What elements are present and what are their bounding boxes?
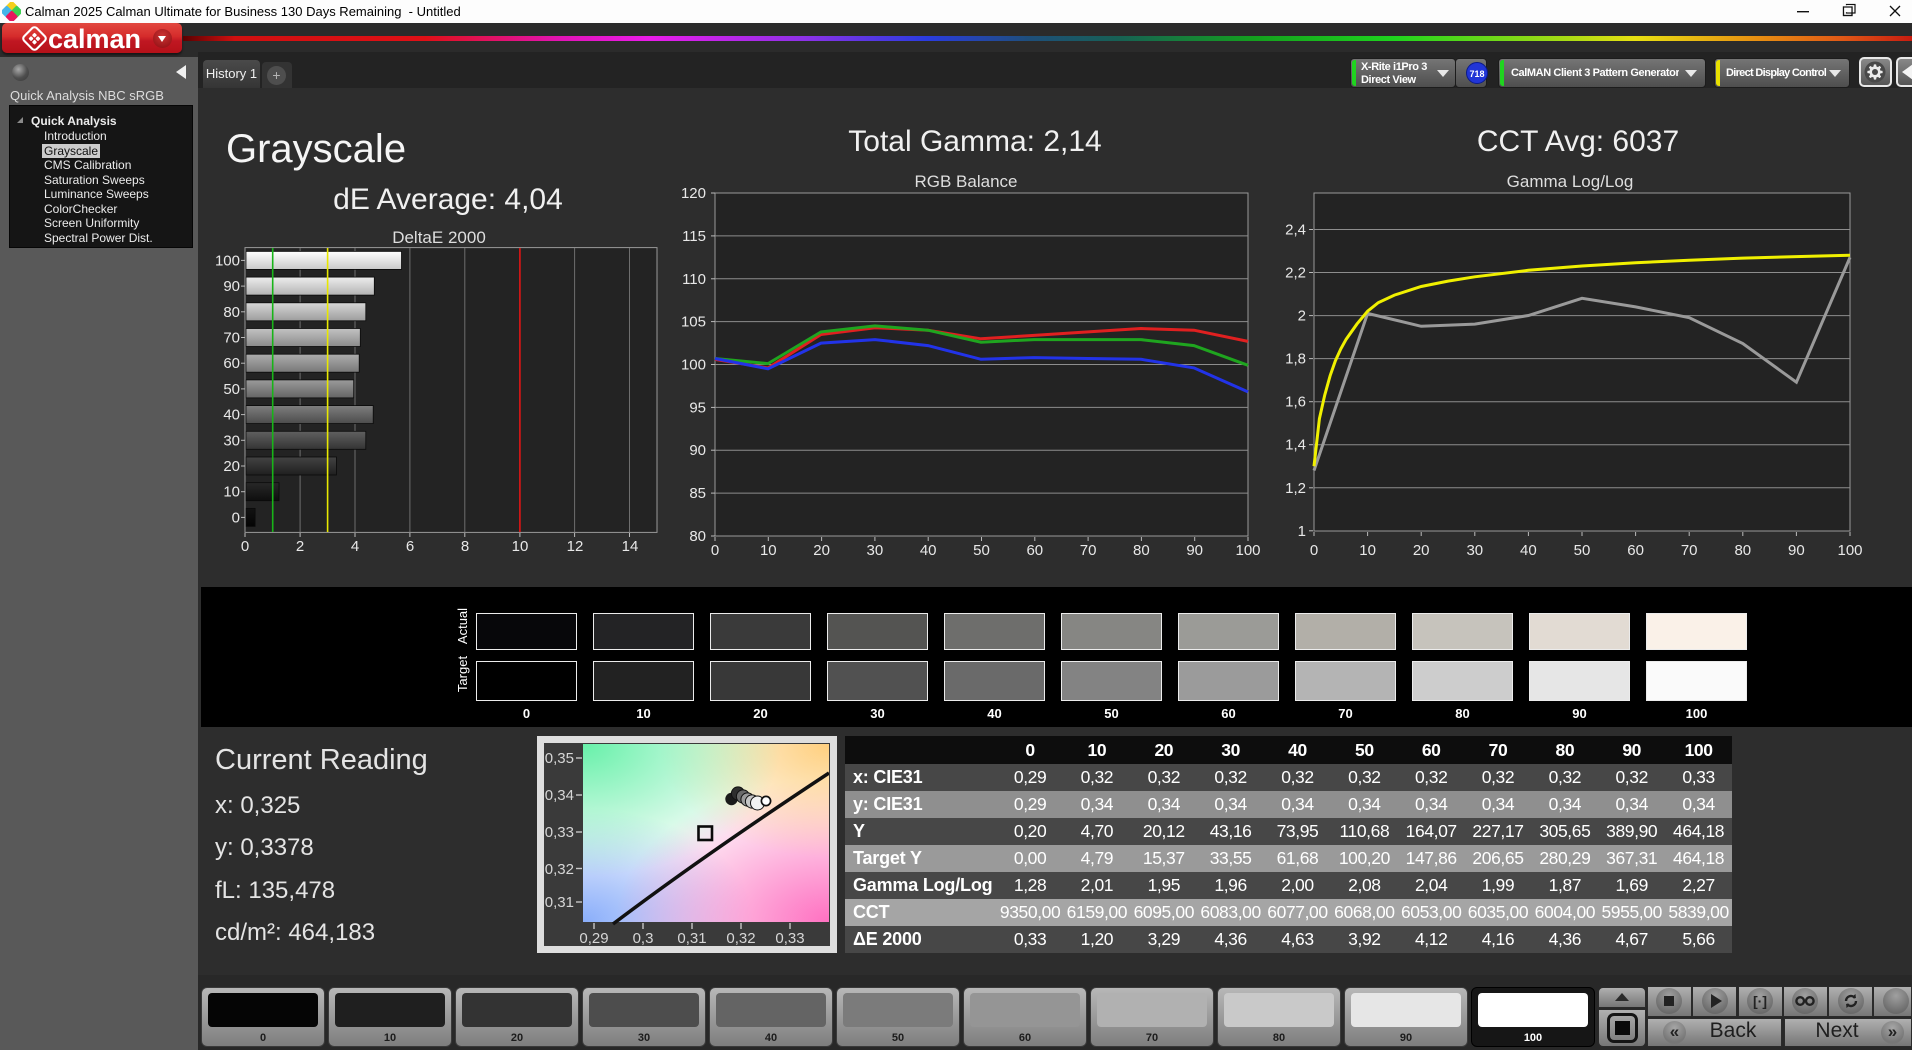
svg-text:10: 10	[760, 542, 777, 559]
svg-text:30: 30	[1466, 542, 1483, 559]
svg-text:8: 8	[461, 538, 469, 555]
svg-text:6: 6	[406, 538, 414, 555]
svg-text:40: 40	[920, 542, 937, 559]
svg-text:30: 30	[223, 432, 240, 449]
svg-text:60: 60	[1627, 542, 1644, 559]
svg-text:80: 80	[1133, 542, 1150, 559]
svg-text:90: 90	[689, 442, 706, 459]
svg-text:105: 105	[681, 314, 706, 331]
svg-text:20: 20	[813, 542, 830, 559]
svg-text:70: 70	[1681, 542, 1698, 559]
svg-text:0: 0	[232, 509, 240, 526]
svg-text:90: 90	[223, 278, 240, 295]
svg-text:1,6: 1,6	[1285, 394, 1306, 411]
svg-text:95: 95	[689, 399, 706, 416]
svg-text:20: 20	[1413, 542, 1430, 559]
svg-text:110: 110	[682, 271, 706, 288]
svg-text:80: 80	[1734, 542, 1751, 559]
svg-text:30: 30	[867, 542, 884, 559]
svg-text:CCT Avg: 6037: CCT Avg: 6037	[1477, 125, 1679, 158]
svg-text:90: 90	[1788, 542, 1805, 559]
svg-text:60: 60	[223, 355, 240, 372]
svg-text:2: 2	[296, 538, 304, 555]
svg-text:50: 50	[223, 381, 240, 398]
svg-text:50: 50	[973, 542, 990, 559]
svg-text:90: 90	[1186, 542, 1203, 559]
svg-text:10: 10	[512, 538, 529, 555]
svg-text:1,4: 1,4	[1285, 437, 1306, 454]
svg-text:0: 0	[241, 538, 249, 555]
svg-text:100: 100	[681, 357, 706, 374]
svg-text:100: 100	[1235, 542, 1260, 559]
svg-text:2,4: 2,4	[1285, 222, 1306, 239]
svg-text:2: 2	[1298, 308, 1306, 325]
svg-text:20: 20	[223, 458, 240, 475]
svg-text:100: 100	[215, 252, 240, 269]
svg-text:Grayscale: Grayscale	[226, 127, 406, 171]
svg-text:115: 115	[682, 228, 706, 245]
svg-text:dE Average: 4,04: dE Average: 4,04	[333, 183, 563, 216]
svg-text:85: 85	[689, 485, 706, 502]
svg-text:80: 80	[689, 528, 706, 545]
svg-text:120: 120	[681, 185, 706, 202]
svg-text:80: 80	[223, 304, 240, 321]
svg-text:40: 40	[223, 407, 240, 424]
svg-text:RGB Balance: RGB Balance	[915, 172, 1018, 191]
svg-text:0: 0	[711, 542, 719, 559]
svg-text:Gamma Log/Log: Gamma Log/Log	[1507, 172, 1634, 191]
svg-text:10: 10	[223, 484, 240, 501]
svg-text:40: 40	[1520, 542, 1537, 559]
svg-text:DeltaE 2000: DeltaE 2000	[392, 228, 486, 247]
svg-text:70: 70	[223, 330, 240, 347]
svg-text:4: 4	[351, 538, 359, 555]
svg-text:12: 12	[567, 538, 584, 555]
svg-text:1,8: 1,8	[1285, 351, 1306, 368]
svg-text:1: 1	[1298, 523, 1306, 540]
svg-text:14: 14	[622, 538, 639, 555]
svg-text:Total Gamma: 2,14: Total Gamma: 2,14	[848, 125, 1101, 158]
svg-text:60: 60	[1026, 542, 1043, 559]
svg-text:50: 50	[1574, 542, 1591, 559]
svg-text:2,2: 2,2	[1285, 265, 1306, 282]
svg-text:10: 10	[1359, 542, 1376, 559]
svg-text:100: 100	[1837, 542, 1862, 559]
svg-text:0: 0	[1310, 542, 1318, 559]
svg-text:70: 70	[1080, 542, 1097, 559]
svg-text:1,2: 1,2	[1285, 480, 1306, 497]
